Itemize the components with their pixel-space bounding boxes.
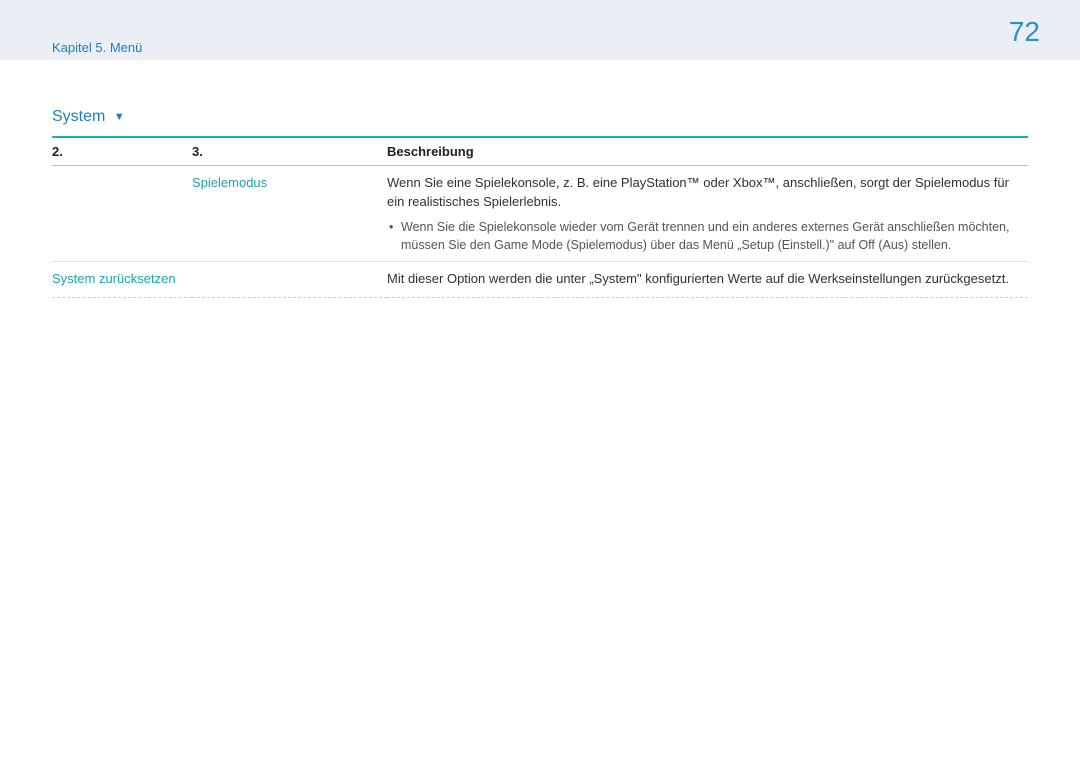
row2-col1: System zurücksetzen [52, 262, 387, 298]
row1-description-text: Wenn Sie eine Spielekonsole, z. B. eine … [387, 174, 1022, 212]
section-title-text: System [52, 108, 105, 125]
chapter-label: Kapitel 5. Menü [52, 40, 142, 55]
row2-col3: Mit dieser Option werden die unter „Syst… [387, 262, 1028, 298]
page-number: 72 [1009, 16, 1040, 48]
row1-col2: Spielemodus [192, 166, 387, 262]
table-header-row: 2. 3. Beschreibung [52, 137, 1028, 166]
row1-bullet-list: Wenn Sie die Spielekonsole wieder vom Ge… [387, 214, 1022, 256]
table-row: Spielemodus Wenn Sie eine Spielekonsole,… [52, 166, 1028, 262]
dropdown-indicator-icon: ▼ [114, 111, 125, 123]
row1-bullet-item: Wenn Sie die Spielekonsole wieder vom Ge… [387, 218, 1022, 256]
page-header: Kapitel 5. Menü 72 [0, 0, 1080, 60]
table-header-col1: 2. [52, 137, 192, 166]
section-title: System ▼ [52, 108, 1028, 126]
table-header-col2: 3. [192, 137, 387, 166]
table-row: System zurücksetzen Mit dieser Option we… [52, 262, 1028, 298]
page-content: System ▼ 2. 3. Beschreibung Spielemodus … [0, 60, 1080, 298]
row1-col1 [52, 166, 192, 262]
row1-col3: Wenn Sie eine Spielekonsole, z. B. eine … [387, 166, 1028, 262]
row2-description-text: Mit dieser Option werden die unter „Syst… [387, 270, 1022, 289]
system-table: 2. 3. Beschreibung Spielemodus Wenn Sie … [52, 136, 1028, 298]
table-header-col3: Beschreibung [387, 137, 1028, 166]
